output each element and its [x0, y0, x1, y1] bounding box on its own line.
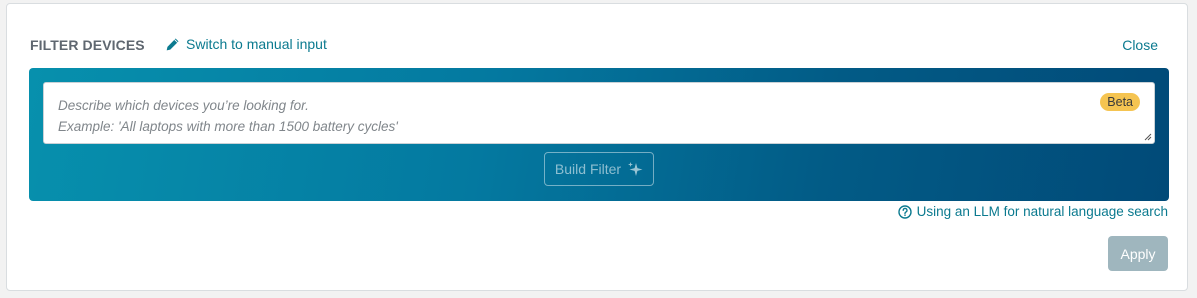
apply-button[interactable]: Apply: [1108, 236, 1168, 271]
placeholder-line-2: Example: 'All laptops with more than 150…: [58, 119, 398, 134]
device-description-input[interactable]: Describe which devices you’re looking fo…: [43, 82, 1155, 144]
pencil-icon: [165, 37, 180, 52]
filter-devices-panel: FILTER DEVICES Switch to manual input Cl…: [6, 3, 1188, 291]
switch-link-label: Switch to manual input: [186, 36, 327, 52]
panel-title: FILTER DEVICES: [30, 37, 145, 53]
resize-handle-icon[interactable]: [1144, 133, 1152, 141]
build-filter-button[interactable]: Build Filter: [544, 152, 654, 186]
question-circle-icon: [897, 204, 912, 219]
ai-search-box: Describe which devices you’re looking fo…: [29, 68, 1169, 201]
switch-to-manual-input-link[interactable]: Switch to manual input: [165, 36, 327, 52]
llm-help-label: Using an LLM for natural language search: [916, 204, 1168, 219]
placeholder-line-1: Describe which devices you’re looking fo…: [58, 98, 309, 113]
close-button[interactable]: Close: [1122, 37, 1158, 53]
llm-help-link[interactable]: Using an LLM for natural language search: [897, 204, 1168, 219]
build-filter-label: Build Filter: [554, 161, 622, 177]
beta-badge: Beta: [1100, 93, 1140, 111]
sparkle-icon: [627, 161, 643, 177]
